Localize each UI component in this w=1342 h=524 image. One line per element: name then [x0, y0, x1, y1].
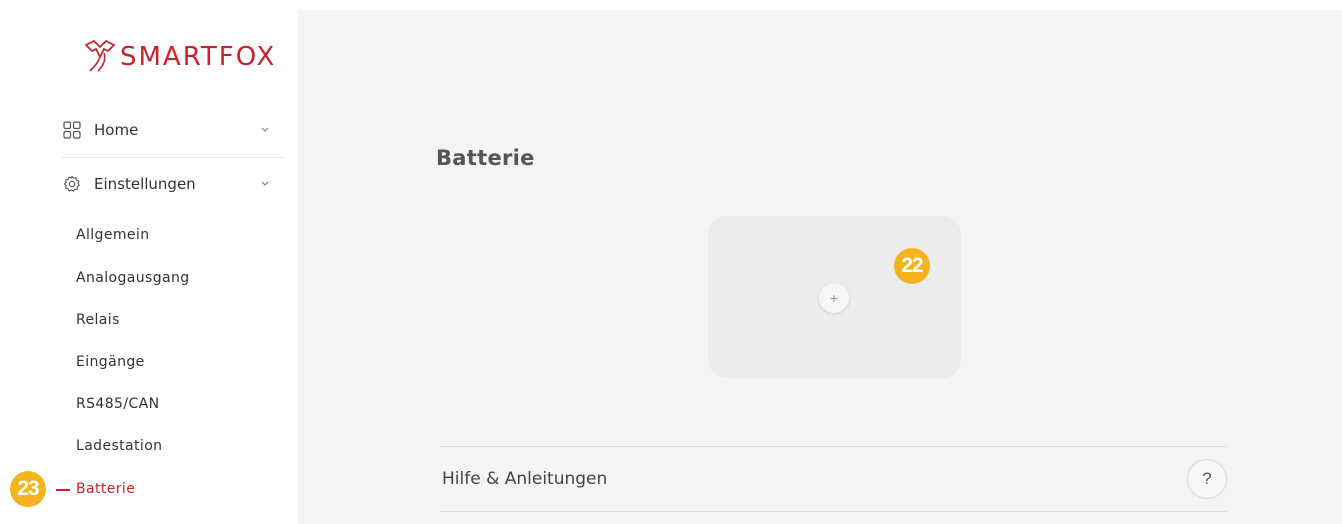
add-button[interactable]: + — [819, 283, 849, 313]
annotation-line — [56, 489, 70, 491]
annotation-badge-23: 23 — [10, 471, 46, 507]
sidebar-item-rs485-can[interactable]: RS485/CAN — [76, 396, 159, 412]
smartfox-logo[interactable]: SMARTFOX — [82, 37, 276, 77]
question-icon[interactable]: ? — [1187, 459, 1227, 499]
sidebar-item-relais[interactable]: Relais — [76, 312, 120, 328]
help-row[interactable]: Hilfe & Anleitungen ? — [440, 446, 1227, 512]
add-battery-card[interactable]: + 22 — [708, 216, 961, 378]
logo-text: SMARTFOX — [120, 42, 277, 72]
page-title: Batterie — [436, 146, 535, 170]
nav-einstellungen[interactable]: Einstellungen — [62, 164, 284, 204]
chevron-down-icon — [261, 181, 269, 186]
sidebar-item-eingaenge[interactable]: Eingänge — [76, 354, 145, 370]
nav-home[interactable]: Home — [62, 110, 284, 150]
annotation-badge-22: 22 — [894, 248, 930, 284]
sidebar-item-ladestation[interactable]: Ladestation — [76, 438, 162, 454]
sidebar-item-allgemein[interactable]: Allgemein — [76, 227, 149, 243]
main-content: Batterie + 22 Hilfe & Anleitungen ? — [298, 10, 1342, 524]
grid-icon — [62, 120, 82, 140]
sidebar: SMARTFOX Home Einstellungen Allgemein An… — [0, 0, 298, 524]
help-label: Hilfe & Anleitungen — [442, 469, 608, 489]
sidebar-item-batterie[interactable]: Batterie — [76, 481, 135, 497]
chevron-down-icon — [261, 127, 269, 132]
nav-einstellungen-label: Einstellungen — [94, 175, 196, 193]
nav-home-label: Home — [94, 121, 139, 139]
sidebar-item-analogausgang[interactable]: Analogausgang — [76, 270, 190, 286]
gear-icon — [62, 174, 82, 194]
plus-icon: + — [829, 290, 839, 306]
nav-divider — [62, 157, 284, 158]
fox-logo-icon — [85, 40, 115, 72]
